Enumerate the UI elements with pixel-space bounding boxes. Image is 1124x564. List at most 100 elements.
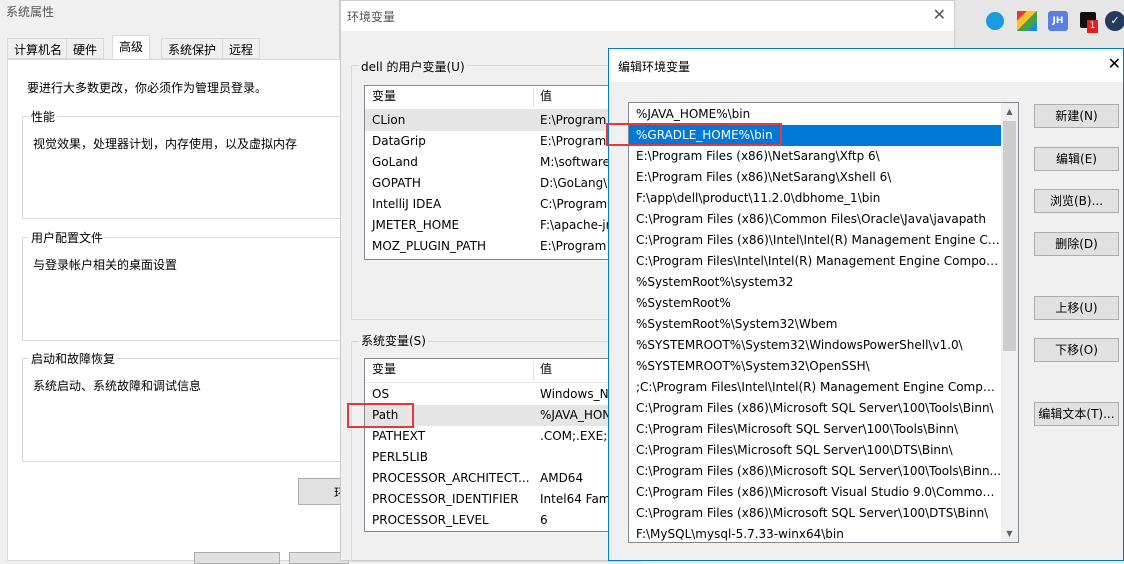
tab-computer-name[interactable]: 计算机名	[7, 38, 70, 59]
system-vars-list[interactable]: 变量 值 OS Windows_N Path %JAVA_HON PATHEXT .COM…	[364, 358, 624, 532]
tab-panel: 要进行大多数更改，你必须作为管理员登录。 性能 视觉效果，处理器计划，内存使用，…	[7, 59, 358, 564]
var-name: PERL5LIB	[372, 450, 428, 464]
path-item[interactable]: E:\Program Files (x86)\NetSarang\Xshell …	[629, 167, 1001, 188]
scroll-down-icon[interactable]: ▼	[1001, 525, 1018, 542]
path-item[interactable]: C:\Program Files (x86)\Common Files\Orac…	[629, 209, 1001, 230]
var-value: E:\Program	[540, 113, 607, 127]
system-vars-label: 系统变量(S)	[359, 332, 428, 349]
col-header-variable[interactable]: 变量	[372, 86, 396, 107]
edit-environment-variable-dialog: 编辑环境变量 ✕ %JAVA_HOME%\bin %GRADLE_HOME%\bi…	[606, 48, 1124, 561]
table-row[interactable]: CLion E:\Program	[365, 110, 623, 131]
scroll-up-icon[interactable]: ▲	[1001, 103, 1018, 120]
tab-advanced[interactable]: 高级	[112, 35, 151, 60]
ok-button[interactable]	[194, 552, 280, 564]
user-vars-label: dell 的用户变量(U)	[359, 58, 467, 75]
check-icon[interactable]: ✓	[1105, 11, 1124, 31]
browse-button[interactable]: 浏览(B)...	[1034, 189, 1119, 213]
group-desc: 与登录帐户相关的桌面设置	[33, 258, 178, 272]
path-item[interactable]: F:\MySQL\mysql-5.7.33-winx64\bin	[629, 524, 1001, 542]
path-item[interactable]: C:\Program Files\Microsoft SQL Server\10…	[629, 440, 1001, 461]
move-down-button[interactable]: 下移(O)	[1034, 338, 1119, 362]
app-icon-colorful[interactable]	[1017, 11, 1037, 31]
table-row[interactable]: GoLand M:\software	[365, 152, 623, 173]
path-item[interactable]: ;C:\Program Files\Intel\Intel(R) Managem…	[629, 377, 1001, 398]
var-value: 6	[540, 513, 548, 527]
highlight-box	[347, 403, 414, 428]
table-row[interactable]: MOZ_PLUGIN_PATH E:\Program	[365, 236, 623, 257]
dialog-title: 环境变量	[347, 10, 396, 24]
table-row[interactable]: OS Windows_N	[365, 384, 623, 405]
var-value: %JAVA_HON	[540, 408, 612, 422]
tab-hardware[interactable]: 硬件	[66, 38, 105, 59]
title-bar: 环境变量 ✕	[341, 1, 954, 31]
scrollbar-thumb[interactable]	[1003, 121, 1016, 351]
path-item[interactable]: %SYSTEMROOT%\System32\OpenSSH\	[629, 356, 1001, 377]
new-button[interactable]: 新建(N)	[1034, 104, 1119, 128]
path-item[interactable]: F:\app\dell\product\11.2.0\dbhome_1\bin	[629, 188, 1001, 209]
jh-icon[interactable]: JH	[1048, 11, 1068, 31]
path-item[interactable]: %SystemRoot%\system32	[629, 272, 1001, 293]
var-value: E:\Program	[540, 134, 607, 148]
delete-button[interactable]: 删除(D)	[1034, 232, 1119, 256]
tab-remote[interactable]: 远程	[222, 38, 261, 59]
var-value: Windows_N	[540, 387, 609, 401]
path-item[interactable]: %SystemRoot%\System32\Wbem	[629, 314, 1001, 335]
highlight-box	[606, 123, 782, 146]
var-value: Intel64 Fam	[540, 492, 611, 506]
table-row[interactable]: PERL5LIB	[365, 447, 623, 468]
var-name: GOPATH	[372, 176, 421, 190]
var-value: AMD64	[540, 471, 584, 485]
path-item[interactable]: %SystemRoot%	[629, 293, 1001, 314]
table-row[interactable]: PROCESSOR_IDENTIFIER Intel64 Fam	[365, 489, 623, 510]
path-item[interactable]: E:\Program Files (x86)\NetSarang\Xftp 6\	[629, 146, 1001, 167]
close-icon[interactable]: ✕	[933, 5, 946, 24]
edit-button[interactable]: 编辑(E)	[1034, 147, 1119, 171]
scrollbar[interactable]: ▲ ▼	[1001, 103, 1018, 542]
tray-area: JH 1 ✓	[955, 0, 1124, 48]
table-row[interactable]: PROCESSOR_ARCHITECT... AMD64	[365, 468, 623, 489]
path-item[interactable]: C:\Program Files (x86)\Microsoft SQL Ser…	[629, 461, 1001, 482]
path-item[interactable]: C:\Program Files (x86)\Microsoft Visual …	[629, 482, 1001, 503]
var-name: IntelliJ IDEA	[372, 197, 442, 211]
path-item[interactable]: C:\Program Files (x86)\Intel\Intel(R) Ma…	[629, 230, 1001, 251]
var-name: PATHEXT	[372, 429, 426, 443]
path-item[interactable]: %JAVA_HOME%\bin	[629, 104, 1001, 125]
system-properties-dialog: 系统属性 计算机名 硬件 高级 系统保护 远程 要进行大多数更改，你必须作为管理…	[0, 0, 358, 564]
table-row[interactable]: IntelliJ IDEA C:\Program	[365, 194, 623, 215]
var-name: PROCESSOR_LEVEL	[372, 513, 489, 527]
col-header-value[interactable]: 值	[540, 86, 552, 107]
close-icon[interactable]: ✕	[1108, 54, 1121, 73]
path-item[interactable]: C:\Program Files (x86)\Microsoft SQL Ser…	[629, 398, 1001, 419]
table-row[interactable]: PROCESSOR_LEVEL 6	[365, 510, 623, 531]
group-desc: 视觉效果，处理器计划，内存使用，以及虚拟内存	[33, 137, 298, 151]
title-bar: 编辑环境变量 ✕	[609, 49, 1123, 82]
path-item[interactable]: C:\Program Files\Intel\Intel(R) Manageme…	[629, 251, 1001, 272]
performance-group: 性能 视觉效果，处理器计划，内存使用，以及虚拟内存	[22, 108, 352, 219]
group-label: 启动和故障恢复	[29, 350, 118, 367]
startup-group: 启动和故障恢复 系统启动、系统故障和调试信息	[22, 350, 352, 462]
tab-system-protection[interactable]: 系统保护	[161, 38, 224, 59]
dialog-title: 系统属性	[6, 5, 55, 19]
table-row[interactable]: GOPATH D:\GoLang\	[365, 173, 623, 194]
app-icon-circle[interactable]	[986, 12, 1004, 30]
var-name: PROCESSOR_IDENTIFIER	[372, 492, 519, 506]
path-list[interactable]: %JAVA_HOME%\bin %GRADLE_HOME%\bin E:\Progr…	[628, 102, 1019, 543]
move-up-button[interactable]: 上移(U)	[1034, 296, 1119, 320]
table-row[interactable]: DataGrip E:\Program	[365, 131, 623, 152]
path-item[interactable]: %SYSTEMROOT%\System32\WindowsPowerShell\…	[629, 335, 1001, 356]
table-row[interactable]: PATHEXT .COM;.EXE;.	[365, 426, 623, 447]
col-header-variable[interactable]: 变量	[372, 359, 396, 380]
var-value: .COM;.EXE;.	[540, 429, 612, 443]
path-item[interactable]: C:\Program Files (x86)\Microsoft SQL Ser…	[629, 503, 1001, 524]
user-vars-list[interactable]: 变量 值 CLion E:\Program DataGrip E:\Program Go…	[364, 85, 624, 260]
edit-text-button[interactable]: 编辑文本(T)...	[1034, 402, 1119, 426]
table-row[interactable]: JMETER_HOME F:\apache-jr	[365, 215, 623, 236]
var-name: MOZ_PLUGIN_PATH	[372, 239, 487, 253]
var-value: E:\Program	[540, 239, 607, 253]
var-name: DataGrip	[372, 134, 426, 148]
list-header: 变量 值	[365, 86, 623, 110]
path-item[interactable]: C:\Program Files\Microsoft SQL Server\10…	[629, 419, 1001, 440]
col-header-value[interactable]: 值	[540, 359, 552, 380]
var-value: C:\Program	[540, 197, 608, 211]
var-name: PROCESSOR_ARCHITECT...	[372, 471, 530, 485]
